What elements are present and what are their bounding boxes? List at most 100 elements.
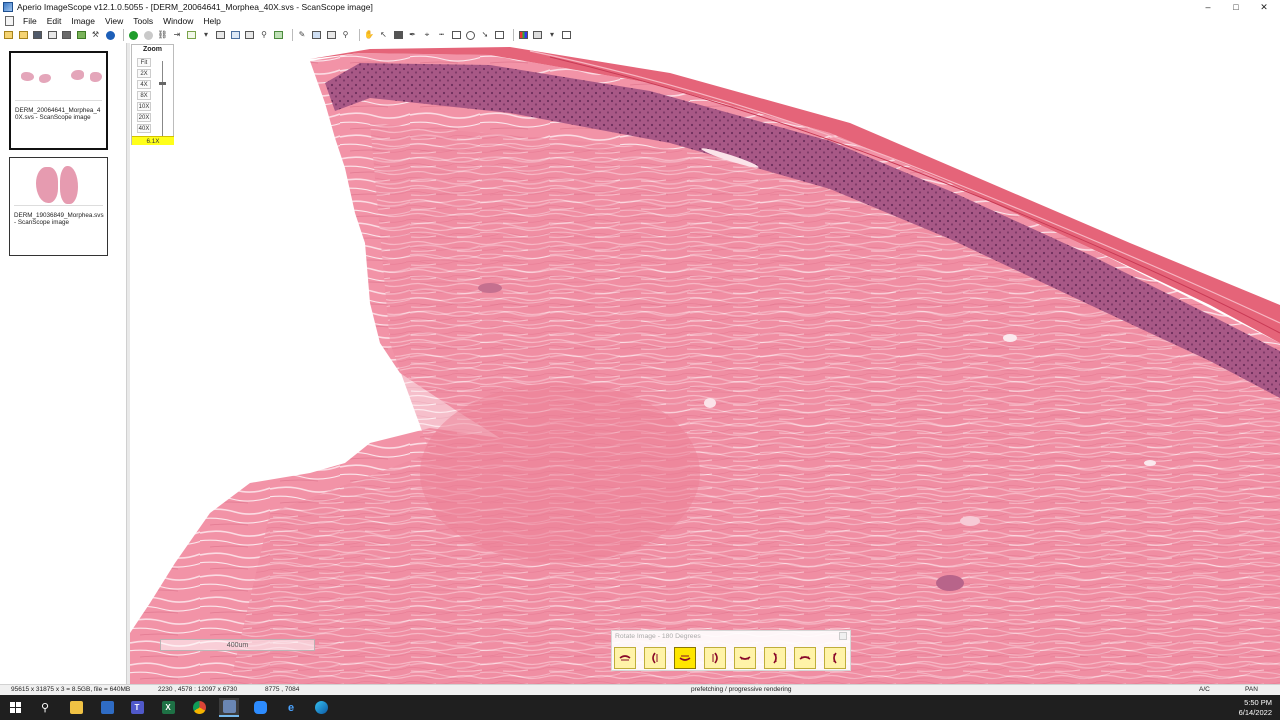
close-button[interactable]: ✕ — [1250, 0, 1278, 14]
measure-icon[interactable]: ⌖ — [422, 30, 433, 41]
menu-window[interactable]: Window — [158, 16, 198, 26]
toolbar-separator — [358, 29, 360, 41]
ruler-icon[interactable]: ┅ — [436, 30, 447, 41]
zoom-level-4x[interactable]: 4X — [137, 80, 151, 89]
zoom-app-icon[interactable] — [250, 698, 270, 717]
rectangle-icon[interactable] — [451, 30, 462, 41]
menu-edit[interactable]: Edit — [42, 16, 67, 26]
text-icon[interactable] — [494, 30, 505, 41]
arrow-icon[interactable]: ➘ — [480, 30, 491, 41]
camera-icon[interactable] — [393, 30, 404, 41]
link-icon[interactable]: ⛓ — [157, 30, 168, 41]
flip-vertical-button[interactable] — [764, 647, 786, 669]
status-mode-pan: PAN — [1245, 686, 1258, 693]
maximize-button[interactable]: □ — [1222, 0, 1250, 14]
rotate-270-icon — [712, 652, 718, 664]
annotation-magnify-icon[interactable]: ⚲ — [340, 30, 351, 41]
menu-help[interactable]: Help — [198, 16, 225, 26]
info-icon[interactable] — [105, 30, 116, 41]
imagescope-taskbar-icon[interactable] — [219, 698, 239, 717]
layout-icon[interactable] — [215, 30, 226, 41]
select-icon[interactable]: ⇥ — [172, 30, 183, 41]
edge-icon[interactable] — [311, 698, 331, 717]
menu-view[interactable]: View — [100, 16, 128, 26]
ellipse-icon[interactable] — [465, 30, 476, 41]
search-icon[interactable]: ⚲ — [35, 698, 55, 717]
rotate-panel-close-icon[interactable] — [839, 632, 847, 640]
zoom-level-8x[interactable]: 8X — [137, 91, 151, 100]
flip-horizontal-180-button[interactable] — [794, 647, 816, 669]
toolbar-separator — [123, 29, 124, 41]
frame-icon[interactable] — [561, 30, 572, 41]
compare-icon[interactable] — [244, 30, 255, 41]
rotate-90-button[interactable] — [644, 647, 666, 669]
render-status: prefetching / progressive rendering — [691, 686, 792, 693]
slide-preview-image — [15, 57, 102, 101]
extract-icon[interactable] — [76, 30, 87, 41]
slide-image-viewport[interactable] — [130, 43, 1280, 684]
edge-legacy-icon[interactable]: e — [281, 698, 301, 717]
windows-start-icon[interactable] — [5, 698, 25, 717]
save-icon[interactable] — [32, 30, 43, 41]
refresh-icon[interactable] — [143, 30, 154, 41]
zoom-level-2x[interactable]: 2X — [137, 69, 151, 78]
print-icon[interactable] — [47, 30, 58, 41]
snapshot-icon[interactable] — [61, 30, 72, 41]
region-dropdown-icon[interactable] — [186, 30, 197, 41]
overview-icon[interactable] — [273, 30, 284, 41]
flip-horizontal-180-icon — [799, 656, 811, 660]
menu-image[interactable]: Image — [66, 16, 100, 26]
tissue-image — [130, 47, 1280, 684]
color-icon[interactable] — [518, 30, 529, 41]
magnifier-icon[interactable]: ⚲ — [259, 30, 270, 41]
slide-thumbnail[interactable]: DERM_19036849_Morphea.svs - ScanScope im… — [9, 157, 108, 256]
go-icon[interactable] — [128, 30, 139, 41]
flip-vertical-icon — [773, 652, 777, 664]
annotation-edit-icon[interactable]: ✎ — [297, 30, 308, 41]
rotate-panel-title: Rotate Image - 180 Degrees — [615, 633, 701, 640]
menu-tools[interactable]: Tools — [128, 16, 158, 26]
excel-icon[interactable]: X — [158, 698, 178, 717]
pen-icon[interactable]: ✒ — [407, 30, 418, 41]
slide-thumbnail[interactable]: DERM_20064641_Morphea_40X.svs - ScanScop… — [9, 51, 108, 150]
zoom-slider-handle[interactable] — [159, 82, 166, 85]
toolbar-separator — [512, 29, 514, 41]
toolbar: ⚒ ⛓ ⇥ ▾ ⚲ ✎ ⚲ ✋ ↖ ✒ ⌖ ┅ ➘ ▾ — [0, 27, 1280, 43]
pan-hand-icon[interactable]: ✋ — [364, 30, 375, 41]
cursor-coordinates: 8775 , 7084 — [265, 686, 300, 693]
tools-icon[interactable]: ⚒ — [90, 30, 101, 41]
scale-bar: 400um — [160, 639, 315, 651]
histogram-icon[interactable] — [532, 30, 543, 41]
minimize-button[interactable]: – — [1194, 0, 1222, 14]
open-folder-icon[interactable] — [3, 30, 14, 41]
chrome-icon[interactable] — [189, 698, 209, 717]
flip-vertical-180-button[interactable] — [824, 647, 846, 669]
rotate-0-button[interactable] — [614, 647, 636, 669]
zoom-slider-track[interactable] — [162, 61, 163, 136]
zoom-level-40x[interactable]: 40X — [137, 124, 151, 133]
rotate-180-icon — [679, 655, 691, 661]
zoom-level-fit[interactable]: Fit — [137, 58, 151, 67]
rotate-180-button[interactable] — [674, 647, 696, 669]
annotation-layers-icon[interactable] — [326, 30, 337, 41]
current-zoom-readout: 6.1X — [132, 136, 174, 145]
chevron-down-icon[interactable]: ▾ — [547, 30, 558, 41]
chevron-down-icon[interactable]: ▾ — [201, 30, 212, 41]
file-explorer-icon[interactable] — [66, 698, 86, 717]
menu-file[interactable]: File — [18, 16, 42, 26]
teams-icon[interactable]: T — [127, 698, 147, 717]
open-remote-icon[interactable] — [18, 30, 29, 41]
image-dimensions: 95615 x 31875 x 3 = 8.5GB, file = 640MB — [11, 686, 131, 693]
slide-thumbnail-panel: DERM_20064641_Morphea_40X.svs - ScanScop… — [0, 43, 126, 684]
zoom-level-10x[interactable]: 10X — [137, 102, 151, 111]
flip-horizontal-button[interactable] — [734, 647, 756, 669]
rotate-0-icon — [619, 655, 631, 661]
pointer-icon[interactable]: ↖ — [378, 30, 389, 41]
rotate-270-button[interactable] — [704, 647, 726, 669]
defender-icon[interactable] — [97, 698, 117, 717]
annotation-list-icon[interactable] — [311, 30, 322, 41]
sync-views-icon[interactable] — [230, 30, 241, 41]
document-icon[interactable] — [5, 15, 14, 26]
taskbar-clock[interactable]: 5:50 PM 6/14/2022 — [1226, 698, 1272, 718]
zoom-level-20x[interactable]: 20X — [137, 113, 151, 122]
